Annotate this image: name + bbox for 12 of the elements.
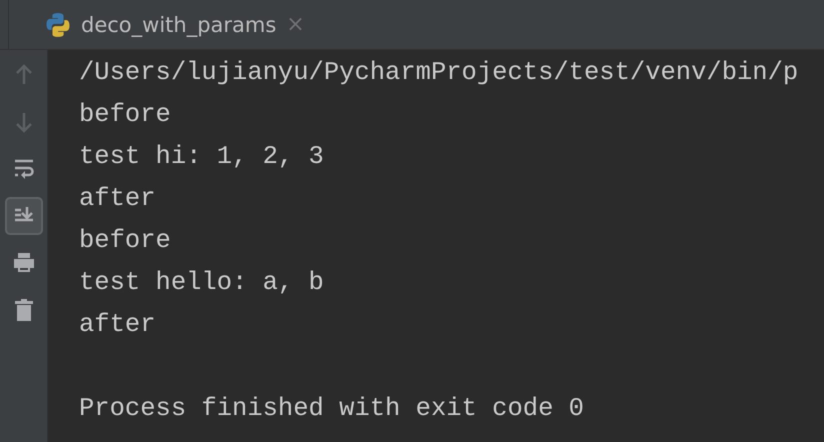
console-line: before	[79, 225, 172, 257]
print-icon	[12, 251, 36, 275]
console-line: test hello: a, b	[79, 267, 325, 299]
console-line: test hi: 1, 2, 3	[79, 141, 325, 173]
exit-message: Process finished with exit code 0	[79, 393, 585, 425]
scroll-to-end-button[interactable]	[4, 197, 42, 235]
console-line: after	[79, 309, 157, 341]
tab-title: deco_with_params	[81, 12, 276, 36]
console-line: /Users/lujianyu/PycharmProjects/test/venv/bin/p	[79, 57, 798, 89]
python-logo-icon	[45, 12, 71, 38]
console-line: after	[79, 183, 157, 215]
console-line: before	[79, 99, 172, 131]
